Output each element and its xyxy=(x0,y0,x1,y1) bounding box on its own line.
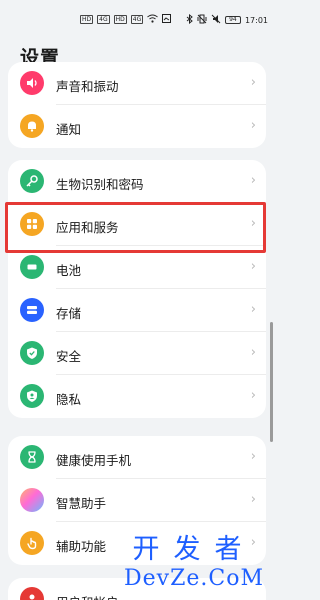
chevron-right-icon: › xyxy=(250,118,256,133)
settings-item-label: 用户和帐户 xyxy=(56,592,119,600)
watermark: 开发者 DevZe.CoM xyxy=(118,534,270,596)
chevron-right-icon: › xyxy=(250,388,256,403)
system-indicators: 94 17:01 xyxy=(186,13,268,26)
settings-item-label: 智慧助手 xyxy=(56,496,107,511)
chevron-right-icon: › xyxy=(250,216,256,231)
key-icon xyxy=(20,169,44,193)
scrollbar[interactable] xyxy=(270,322,273,442)
settings-item-assistant[interactable]: 智慧助手 › xyxy=(8,479,266,522)
assistant-icon xyxy=(20,488,44,512)
status-bar: HD 4G HD 4G 94 17:01 xyxy=(0,0,276,40)
chevron-right-icon: › xyxy=(250,345,256,360)
settings-item-label: 生物识别和密码 xyxy=(56,177,144,192)
settings-item-security[interactable]: 安全 › xyxy=(8,332,266,375)
chevron-right-icon: › xyxy=(250,173,256,188)
watermark-line2: DevZe.CoM xyxy=(124,566,264,591)
network-4g-icon: 4G xyxy=(130,15,144,24)
hd-icon: HD xyxy=(80,15,94,24)
settings-item-battery[interactable]: 电池 › xyxy=(8,246,266,289)
signal-indicators: HD 4G HD 4G xyxy=(80,14,172,25)
settings-item-label: 辅助功能 xyxy=(56,539,107,554)
battery-icon xyxy=(20,255,44,279)
settings-group-sound: 声音和振动 › 通知 › xyxy=(8,62,266,148)
settings-item-label: 安全 xyxy=(56,349,82,364)
settings-item-label: 声音和振动 xyxy=(56,79,119,94)
settings-item-notifications[interactable]: 通知 › xyxy=(8,105,266,148)
chevron-right-icon: › xyxy=(250,259,256,274)
settings-item-label: 存储 xyxy=(56,306,82,321)
settings-item-apps[interactable]: 应用和服务 › xyxy=(8,203,266,246)
storage-icon xyxy=(20,298,44,322)
settings-item-sound[interactable]: 声音和振动 › xyxy=(8,62,266,105)
privacy-icon xyxy=(20,384,44,408)
speaker-icon xyxy=(20,71,44,95)
chevron-right-icon: › xyxy=(250,302,256,317)
apps-icon xyxy=(20,212,44,236)
battery-icon: 94 xyxy=(224,16,241,24)
chevron-right-icon: › xyxy=(250,449,256,464)
watermark-line1: 开发者 xyxy=(132,534,256,565)
hand-icon xyxy=(20,531,44,555)
settings-item-label: 隐私 xyxy=(56,392,82,407)
vibrate-icon xyxy=(197,14,207,26)
user-icon xyxy=(20,587,44,600)
settings-item-storage[interactable]: 存储 › xyxy=(8,289,266,332)
chevron-right-icon: › xyxy=(250,492,256,507)
hd-icon: HD xyxy=(113,15,127,24)
settings-item-label: 电池 xyxy=(56,263,82,278)
settings-item-digital-balance[interactable]: 健康使用手机 › xyxy=(8,436,266,479)
hourglass-icon xyxy=(20,445,44,469)
settings-item-label: 应用和服务 xyxy=(56,220,119,235)
wifi-icon xyxy=(147,14,159,25)
clock: 17:01 xyxy=(244,15,268,25)
network-4g-icon: 4G xyxy=(97,15,110,24)
chevron-right-icon: › xyxy=(250,75,256,90)
screenshot-notify-icon xyxy=(162,14,172,25)
bluetooth-icon xyxy=(186,13,193,26)
settings-item-label: 通知 xyxy=(56,122,82,137)
bell-icon xyxy=(20,114,44,138)
settings-item-privacy[interactable]: 隐私 › xyxy=(8,375,266,418)
mute-icon xyxy=(211,14,221,26)
settings-item-biometrics[interactable]: 生物识别和密码 › xyxy=(8,160,266,203)
shield-icon xyxy=(20,341,44,365)
settings-item-label: 健康使用手机 xyxy=(56,453,132,468)
settings-group-device: 生物识别和密码 › 应用和服务 › 电池 › 存储 › 安全 › 隐私 › xyxy=(8,160,266,418)
